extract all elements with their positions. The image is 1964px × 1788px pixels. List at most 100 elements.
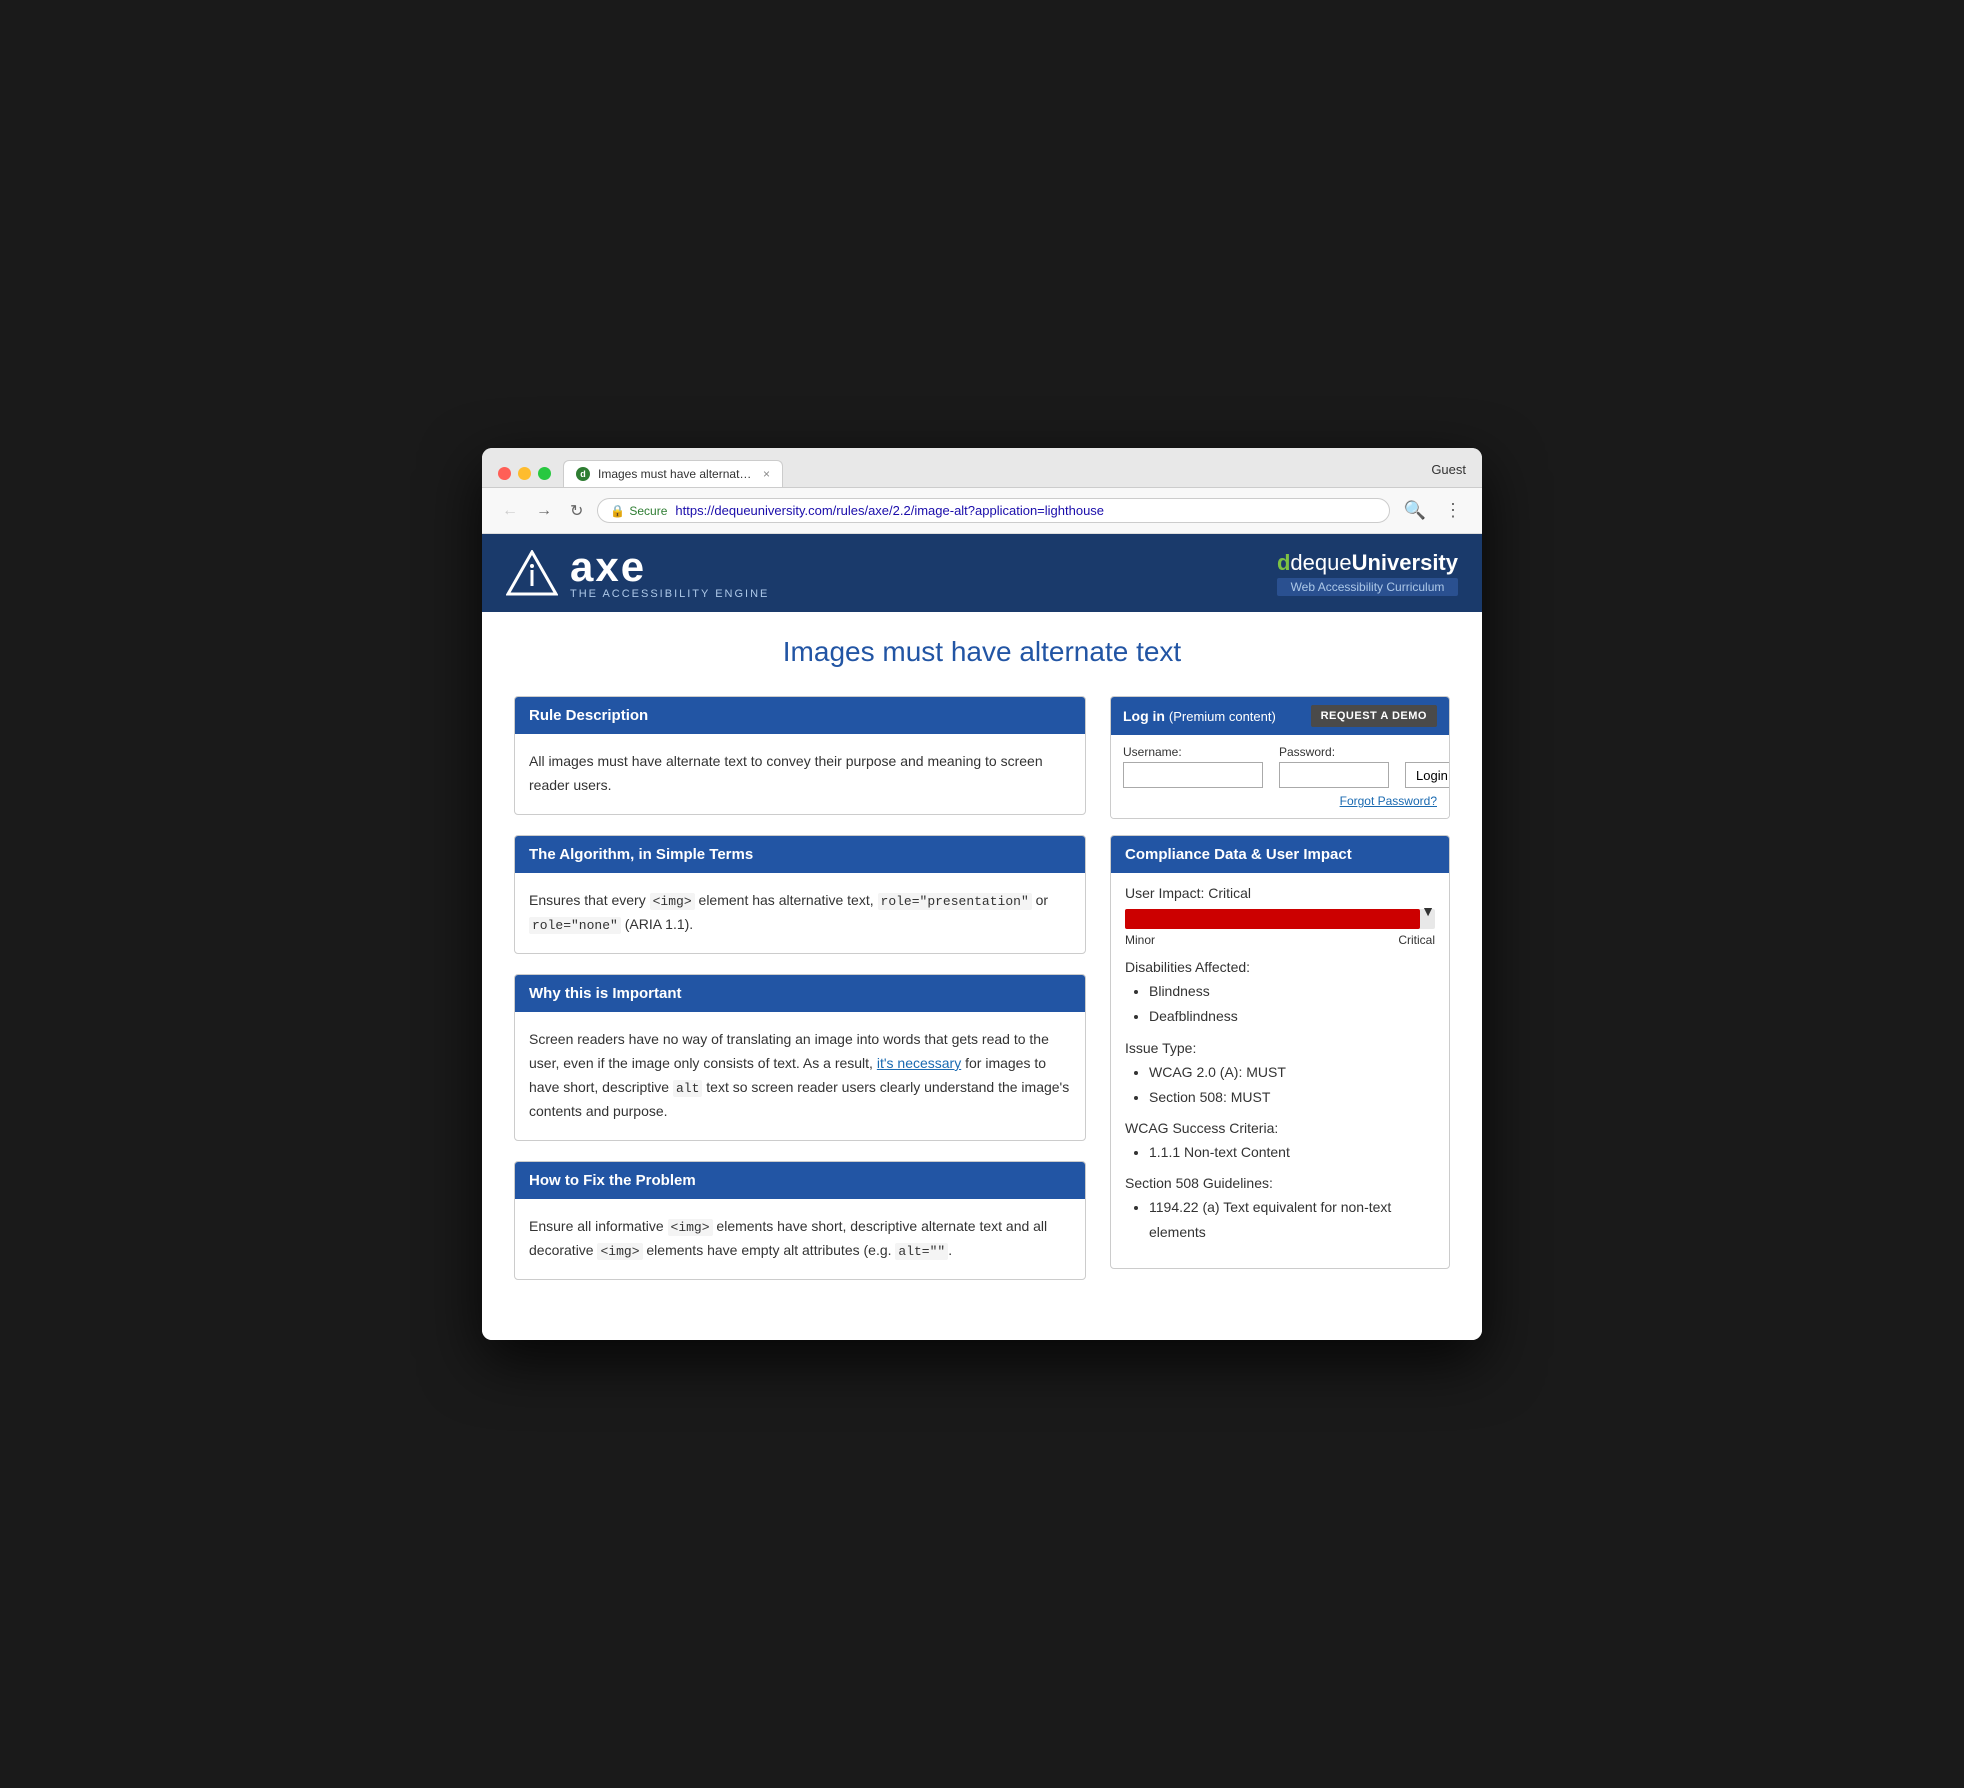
close-button[interactable] — [498, 467, 511, 480]
fix-code3: alt="" — [895, 1243, 948, 1260]
search-button[interactable]: 🔍 — [1400, 496, 1430, 525]
password-field-group: Password: — [1279, 745, 1389, 788]
compliance-body: User Impact: Critical ▼ Minor Critical — [1111, 873, 1449, 1267]
algorithm-text-suffix: (ARIA 1.1). — [621, 916, 693, 932]
deque-prefix-text: deque — [1290, 550, 1351, 575]
url-display: https://dequeuniversity.com/rules/axe/2.… — [675, 503, 1104, 518]
forgot-password-link[interactable]: Forgot Password? — [1123, 794, 1437, 808]
login-title-text: Log in — [1123, 708, 1165, 724]
scale-max-label: Critical — [1398, 933, 1435, 947]
main-left: Rule Description All images must have al… — [514, 696, 1086, 1299]
rule-description-section: Rule Description All images must have al… — [514, 696, 1086, 815]
list-item: 1194.22 (a) Text equivalent for non-text… — [1149, 1195, 1435, 1245]
lock-icon: 🔒 — [610, 504, 625, 518]
axe-text: axe THE ACCESSIBILITY ENGINE — [570, 546, 769, 600]
title-bar: d Images must have alternate te… × Guest — [482, 448, 1482, 488]
menu-button[interactable]: ⋮ — [1440, 496, 1466, 525]
login-button[interactable]: Login — [1405, 762, 1450, 788]
username-label: Username: — [1123, 745, 1263, 759]
guest-label: Guest — [1431, 462, 1466, 485]
list-item: WCAG 2.0 (A): MUST — [1149, 1060, 1435, 1085]
login-body: Username: Password: Login Forgot Passwor… — [1111, 735, 1449, 818]
fix-text-prefix: Ensure all informative — [529, 1218, 668, 1234]
deque-university-logo: ddequeUniversity Web Accessibility Curri… — [1277, 550, 1458, 596]
compliance-box: Compliance Data & User Impact User Impac… — [1110, 835, 1450, 1268]
browser-window: d Images must have alternate te… × Guest… — [482, 448, 1482, 1339]
algorithm-code3: role="none" — [529, 917, 621, 934]
tab-favicon-icon: d — [576, 467, 590, 481]
window-controls — [498, 467, 551, 480]
how-to-fix-body: Ensure all informative <img> elements ha… — [515, 1199, 1085, 1279]
impact-bar-fill — [1125, 909, 1420, 929]
tab-bar: d Images must have alternate te… × — [563, 460, 1419, 487]
why-important-body: Screen readers have no way of translatin… — [515, 1012, 1085, 1139]
axe-triangle-icon — [506, 550, 558, 596]
issue-type-section: Issue Type: WCAG 2.0 (A): MUST Section 5… — [1125, 1040, 1435, 1110]
algorithm-code1: <img> — [650, 893, 695, 910]
impact-bar-wrap: ▼ — [1125, 909, 1435, 929]
deque-logo-text: ddequeUniversity — [1277, 550, 1458, 576]
disabilities-list: Blindness Deafblindness — [1125, 979, 1435, 1029]
necessary-link[interactable]: it's necessary — [877, 1055, 961, 1071]
list-item: 1.1.1 Non-text Content — [1149, 1140, 1435, 1165]
tab-title: Images must have alternate te… — [598, 467, 755, 481]
issue-type-title: Issue Type: — [1125, 1040, 1435, 1056]
forward-button[interactable]: → — [532, 498, 556, 524]
reload-button[interactable]: ↻ — [566, 497, 587, 525]
section508-title: Section 508 Guidelines: — [1125, 1175, 1435, 1191]
section508-section: Section 508 Guidelines: 1194.22 (a) Text… — [1125, 1175, 1435, 1245]
fix-text-suffix: . — [948, 1242, 952, 1258]
deque-suffix-text: University — [1352, 550, 1458, 575]
rule-description-body: All images must have alternate text to c… — [515, 734, 1085, 814]
username-input[interactable] — [1123, 762, 1263, 788]
request-demo-button[interactable]: REQUEST A DEMO — [1311, 705, 1437, 727]
list-item: Deafblindness — [1149, 1004, 1435, 1029]
password-input[interactable] — [1279, 762, 1389, 788]
scale-min-label: Minor — [1125, 933, 1155, 947]
maximize-button[interactable] — [538, 467, 551, 480]
algorithm-text-middle2: or — [1032, 892, 1048, 908]
user-impact: User Impact: Critical — [1125, 885, 1435, 901]
axe-tagline-text: THE ACCESSIBILITY ENGINE — [570, 588, 769, 600]
back-button[interactable]: ← — [498, 498, 522, 524]
why-important-header: Why this is Important — [515, 975, 1085, 1012]
user-impact-value: Critical — [1208, 885, 1251, 901]
issue-type-list: WCAG 2.0 (A): MUST Section 508: MUST — [1125, 1060, 1435, 1110]
deque-d-icon: d — [1277, 550, 1290, 575]
algorithm-code2: role="presentation" — [878, 893, 1032, 910]
how-to-fix-section: How to Fix the Problem Ensure all inform… — [514, 1161, 1086, 1280]
address-bar: ← → ↻ 🔒 Secure https://dequeuniversity.c… — [482, 488, 1482, 534]
address-bar-input[interactable]: 🔒 Secure https://dequeuniversity.com/rul… — [597, 498, 1389, 523]
algorithm-text-middle: element has alternative text, — [695, 892, 878, 908]
fix-code1: <img> — [668, 1219, 713, 1236]
tab-close-icon[interactable]: × — [763, 467, 770, 481]
active-tab[interactable]: d Images must have alternate te… × — [563, 460, 783, 487]
password-label: Password: — [1279, 745, 1389, 759]
algorithm-body: Ensures that every <img> element has alt… — [515, 873, 1085, 953]
minimize-button[interactable] — [518, 467, 531, 480]
secure-text: Secure — [629, 504, 667, 518]
impact-bar-indicator-icon: ▼ — [1421, 903, 1435, 919]
list-item: Blindness — [1149, 979, 1435, 1004]
page-content: Images must have alternate text Rule Des… — [482, 612, 1482, 1339]
algorithm-section: The Algorithm, in Simple Terms Ensures t… — [514, 835, 1086, 954]
login-title: Log in (Premium content) — [1123, 708, 1276, 724]
rule-description-header: Rule Description — [515, 697, 1085, 734]
axe-logo: axe THE ACCESSIBILITY ENGINE — [506, 546, 769, 600]
address-text: https://dequeuniversity.com/rules/axe/2.… — [675, 503, 1376, 518]
algorithm-text-prefix: Ensures that every — [529, 892, 650, 908]
user-impact-label: User Impact: — [1125, 885, 1204, 901]
compliance-header: Compliance Data & User Impact — [1111, 836, 1449, 873]
login-premium-text: (Premium content) — [1169, 709, 1276, 724]
site-header: axe THE ACCESSIBILITY ENGINE ddequeUnive… — [482, 534, 1482, 612]
why-important-section: Why this is Important Screen readers hav… — [514, 974, 1086, 1140]
impact-bar-track: ▼ — [1125, 909, 1435, 929]
deque-subtitle-text: Web Accessibility Curriculum — [1277, 578, 1458, 596]
secure-badge: 🔒 Secure — [610, 504, 667, 518]
section508-list: 1194.22 (a) Text equivalent for non-text… — [1125, 1195, 1435, 1245]
alt-code: alt — [673, 1080, 702, 1097]
how-to-fix-header: How to Fix the Problem — [515, 1162, 1085, 1199]
main-right: Log in (Premium content) REQUEST A DEMO … — [1110, 696, 1450, 1268]
page-title: Images must have alternate text — [514, 636, 1450, 668]
wcag-list: 1.1.1 Non-text Content — [1125, 1140, 1435, 1165]
